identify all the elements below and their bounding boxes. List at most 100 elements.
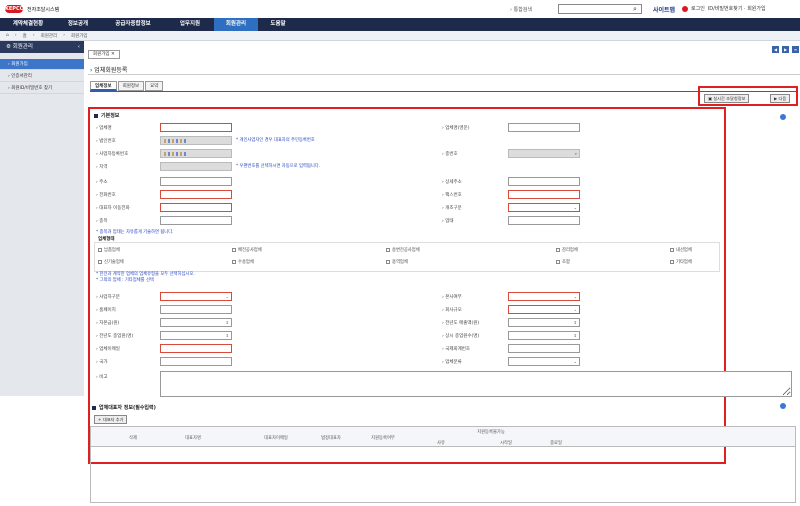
email-field[interactable] — [160, 344, 232, 353]
corp-no-field — [160, 136, 232, 145]
menu-icon[interactable]: ≡ — [792, 46, 799, 53]
page-title: › 업체회원등록 — [90, 67, 128, 74]
gnb-supplier-info[interactable]: 공급자종합정보 — [100, 18, 166, 31]
category-select[interactable]: ⌄ — [508, 357, 580, 366]
search-input[interactable] — [558, 4, 642, 14]
branch-no-field[interactable]: ⌕ — [508, 149, 580, 158]
fax-input[interactable] — [508, 190, 580, 199]
address-detail-input[interactable] — [508, 177, 580, 186]
account-links[interactable]: ID/비밀번호찾기 · 회원가입 — [708, 5, 766, 12]
kepco-logo-icon: KEPCO — [5, 5, 24, 13]
checkbox-wiring[interactable]: 내선업체 — [670, 247, 692, 253]
rep-mobile-input[interactable] — [160, 203, 232, 212]
rep-table: 삭제 대표자명 대표자이메일 법정대표자 지원등록여부 지원등록불가능 사유 시… — [90, 426, 796, 503]
sales-stepper[interactable]: ⇕ — [508, 318, 580, 327]
biz-class-select[interactable]: ⌄ — [160, 292, 232, 301]
home-icon[interactable]: ⌂ — [6, 33, 9, 38]
login-area: 로그인 ID/비밀번호찾기 · 회원가입 — [682, 5, 766, 12]
label-region: › 지역 — [96, 165, 108, 170]
gnb-member[interactable]: 회원관리 — [214, 18, 258, 31]
checkbox-supervision[interactable]: 감리업체 — [556, 247, 578, 253]
tab-underline — [90, 91, 798, 92]
sidebar-item-find-account[interactable]: › 회원ID/비밀번호 찾기 — [0, 83, 84, 94]
company-name-input[interactable] — [160, 123, 232, 132]
prev-icon[interactable]: ◀ — [772, 46, 779, 53]
tab-company-info[interactable]: 업체정보 — [90, 81, 117, 91]
gnb-contracts[interactable]: 계약체결현황 — [0, 18, 56, 31]
collapse-rep-icon[interactable] — [780, 403, 786, 409]
phone-input[interactable] — [160, 190, 232, 199]
sidebar-item-signup[interactable]: › 회원가입 — [0, 59, 84, 70]
next-icon[interactable]: ▶ — [782, 46, 789, 53]
checkbox-other[interactable]: 기타업체 — [670, 259, 692, 265]
company-name-en-input[interactable] — [508, 123, 580, 132]
page-tab[interactable]: 회원가입 ✕ — [88, 50, 120, 59]
country-input[interactable] — [160, 357, 232, 366]
label-capital: › 자본금(원) — [96, 321, 120, 326]
workers-stepper[interactable]: ⇕ — [508, 331, 580, 340]
section-bullet-icon — [94, 113, 98, 118]
stepper-icon[interactable]: ⇕ — [574, 320, 577, 325]
collapse-basic-icon[interactable] — [780, 114, 786, 120]
search-label: › 통합검색 — [510, 7, 532, 13]
label-hq: › 본사여부 — [442, 295, 462, 300]
label-country: › 국가 — [96, 360, 108, 365]
label-company-type: › 개조구분 — [442, 206, 462, 211]
region-field — [160, 162, 232, 171]
login-icon — [682, 5, 688, 12]
label-fax: › 팩스번호 — [442, 193, 462, 198]
breadcrumb-sep-icon: › — [14, 33, 17, 38]
label-address-detail: › 상세주소 — [442, 180, 462, 185]
search-icon[interactable]: ⌕ — [633, 5, 641, 13]
realtime-procurement-button[interactable]: ▣ 실시간 조달청정보 — [704, 94, 750, 103]
stepper-icon[interactable]: ⇕ — [226, 320, 229, 325]
gnb-disclosure[interactable]: 정보공개 — [56, 18, 100, 31]
next-button[interactable]: ▶ 다음 — [770, 94, 791, 103]
checkbox-newtech[interactable]: 신기술업체 — [98, 259, 124, 265]
checkbox-transmission[interactable]: 송변전공사업체 — [386, 247, 420, 253]
sub-tabs: 업체정보 회원정보 요약 — [90, 81, 164, 91]
item-input[interactable] — [160, 216, 232, 225]
tab-summary[interactable]: 요약 — [145, 81, 164, 91]
stepper-icon[interactable]: ⇕ — [574, 333, 577, 338]
collapse-icon[interactable]: ‹ — [78, 41, 80, 53]
chevron-down-icon: ⌄ — [573, 359, 577, 364]
add-rep-button[interactable]: + 대표자 추가 — [94, 415, 128, 424]
logo[interactable]: KEPCO 전자조달시스템 — [5, 4, 59, 14]
sitemap-link[interactable]: 사이트맵 — [653, 5, 675, 14]
employees-stepper[interactable]: ⇕ — [160, 331, 232, 340]
business-input[interactable] — [508, 216, 580, 225]
checkbox-service[interactable]: 용역업체 — [386, 259, 408, 265]
breadcrumb: ⌂ › 홈 › 회원관리 › 회원가입 — [0, 31, 800, 41]
capital-stepper[interactable]: ⇕ — [160, 318, 232, 327]
search-icon[interactable]: ⌕ — [575, 151, 577, 156]
gnb-support[interactable]: 업무지원 — [166, 18, 214, 31]
login-link[interactable]: 로그인 — [691, 5, 705, 12]
sidebar-item-certificate[interactable]: › 인증서관리 — [0, 71, 84, 82]
intl-no-input[interactable] — [508, 344, 580, 353]
hq-select[interactable]: ⌄ — [508, 292, 580, 301]
checkbox-distribution[interactable]: 배전공사업체 — [232, 247, 262, 253]
address-input[interactable] — [160, 177, 232, 186]
tab-member-info[interactable]: 회원정보 — [117, 81, 145, 91]
sidebar-gear-icon: ⚙ — [6, 44, 13, 50]
stepper-icon[interactable]: ⇕ — [226, 333, 229, 338]
col-end: 종료일 — [550, 441, 562, 446]
checkbox-union[interactable]: 조합 — [556, 259, 570, 265]
label-company-name-en: › 업체명(영문) — [442, 126, 470, 131]
gnb-help[interactable]: 도움말 — [258, 18, 298, 31]
checkbox-supply[interactable]: 납품업체 — [98, 247, 120, 253]
homepage-input[interactable] — [160, 305, 232, 314]
label-email: › 업체이메일 — [96, 347, 120, 352]
biz-note-2: * 그외의 업체 : 기타업체를 선택 — [96, 278, 154, 283]
chevron-down-icon: ⌄ — [573, 307, 577, 312]
toolbar-highlight: ▣ 실시간 조달청정보 ▶ 다음 — [698, 86, 798, 106]
checkbox-transport[interactable]: 수송업체 — [232, 259, 254, 265]
col-start: 시작일 — [500, 441, 512, 446]
size-select[interactable]: ⌄ — [508, 305, 580, 314]
breadcrumb-home[interactable]: 홈 — [23, 33, 27, 39]
breadcrumb-member[interactable]: 회원관리 — [41, 33, 58, 39]
company-type-select[interactable]: ⌄ — [508, 203, 580, 212]
chevron-down-icon: ⌄ — [573, 294, 577, 299]
remark-textarea[interactable] — [160, 371, 792, 397]
